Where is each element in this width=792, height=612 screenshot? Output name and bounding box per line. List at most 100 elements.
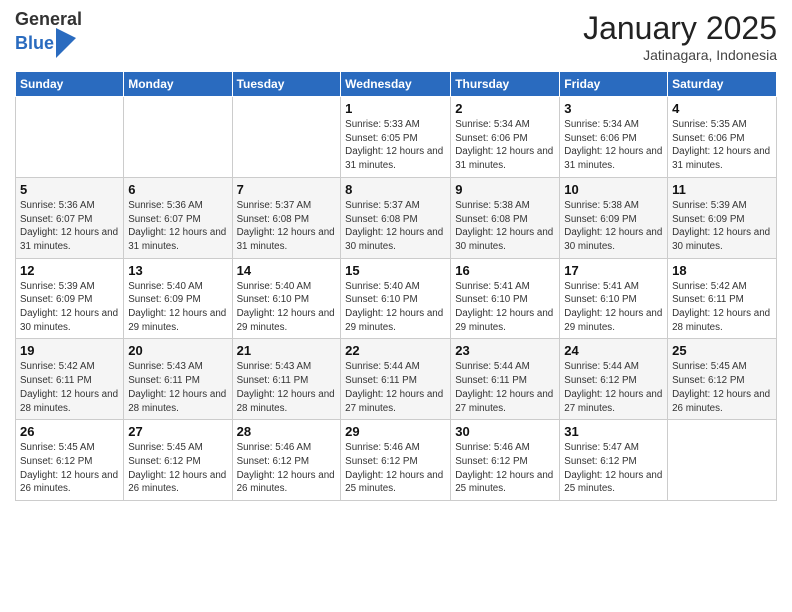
calendar-cell: 15 Sunrise: 5:40 AM Sunset: 6:10 PM Dayli… (341, 258, 451, 339)
calendar-cell: 14 Sunrise: 5:40 AM Sunset: 6:10 PM Dayli… (232, 258, 341, 339)
day-info: Sunrise: 5:45 AM Sunset: 6:12 PM Dayligh… (672, 360, 772, 415)
day-number: 9 (455, 182, 555, 197)
day-number: 25 (672, 343, 772, 358)
day-info: Sunrise: 5:34 AM Sunset: 6:06 PM Dayligh… (455, 118, 555, 173)
day-number: 27 (128, 424, 227, 439)
day-info: Sunrise: 5:43 AM Sunset: 6:11 PM Dayligh… (128, 360, 227, 415)
day-number: 2 (455, 101, 555, 116)
day-number: 20 (128, 343, 227, 358)
calendar-cell: 4 Sunrise: 5:35 AM Sunset: 6:06 PM Daylig… (668, 97, 777, 178)
day-info: Sunrise: 5:36 AM Sunset: 6:07 PM Dayligh… (128, 199, 227, 254)
day-number: 29 (345, 424, 446, 439)
day-info: Sunrise: 5:38 AM Sunset: 6:09 PM Dayligh… (564, 199, 663, 254)
day-info: Sunrise: 5:41 AM Sunset: 6:10 PM Dayligh… (564, 280, 663, 335)
logo-blue-text: Blue (15, 34, 54, 52)
calendar-cell: 16 Sunrise: 5:41 AM Sunset: 6:10 PM Dayli… (451, 258, 560, 339)
calendar-cell: 1Sunrise: 5:33 AM Sunset: 6:05 PM Daylig… (341, 97, 451, 178)
day-info: Sunrise: 5:45 AM Sunset: 6:12 PM Dayligh… (20, 441, 119, 496)
day-info: Sunrise: 5:35 AM Sunset: 6:06 PM Dayligh… (672, 118, 772, 173)
calendar-cell: 31 Sunrise: 5:47 AM Sunset: 6:12 PM Dayli… (560, 420, 668, 501)
day-number: 30 (455, 424, 555, 439)
location-subtitle: Jatinagara, Indonesia (583, 47, 777, 63)
weekday-header: Saturday (668, 72, 777, 97)
day-number: 24 (564, 343, 663, 358)
calendar-cell: 26Sunrise: 5:45 AM Sunset: 6:12 PM Dayli… (16, 420, 124, 501)
day-info: Sunrise: 5:45 AM Sunset: 6:12 PM Dayligh… (128, 441, 227, 496)
title-area: January 2025 Jatinagara, Indonesia (583, 10, 777, 63)
calendar-cell: 24 Sunrise: 5:44 AM Sunset: 6:12 PM Dayli… (560, 339, 668, 420)
calendar-cell (232, 97, 341, 178)
day-number: 11 (672, 182, 772, 197)
logo: General Blue (15, 10, 82, 58)
day-number: 15 (345, 263, 446, 278)
weekday-header: Thursday (451, 72, 560, 97)
day-number: 21 (237, 343, 337, 358)
day-number: 19 (20, 343, 119, 358)
calendar-cell: 23Sunrise: 5:44 AM Sunset: 6:11 PM Dayli… (451, 339, 560, 420)
calendar-cell: 12 Sunrise: 5:39 AM Sunset: 6:09 PM Dayli… (16, 258, 124, 339)
day-number: 4 (672, 101, 772, 116)
day-number: 17 (564, 263, 663, 278)
day-number: 16 (455, 263, 555, 278)
weekday-header: Wednesday (341, 72, 451, 97)
day-info: Sunrise: 5:46 AM Sunset: 6:12 PM Dayligh… (455, 441, 555, 496)
calendar-cell: 5Sunrise: 5:36 AM Sunset: 6:07 PM Daylig… (16, 177, 124, 258)
calendar-cell: 28 Sunrise: 5:46 AM Sunset: 6:12 PM Dayli… (232, 420, 341, 501)
day-info: Sunrise: 5:44 AM Sunset: 6:11 PM Dayligh… (345, 360, 446, 415)
calendar-week-row: 19Sunrise: 5:42 AM Sunset: 6:11 PM Dayli… (16, 339, 777, 420)
calendar-week-row: 26Sunrise: 5:45 AM Sunset: 6:12 PM Dayli… (16, 420, 777, 501)
day-info: Sunrise: 5:44 AM Sunset: 6:12 PM Dayligh… (564, 360, 663, 415)
day-number: 18 (672, 263, 772, 278)
day-number: 22 (345, 343, 446, 358)
day-info: Sunrise: 5:33 AM Sunset: 6:05 PM Dayligh… (345, 118, 446, 173)
calendar-cell: 19Sunrise: 5:42 AM Sunset: 6:11 PM Dayli… (16, 339, 124, 420)
day-info: Sunrise: 5:46 AM Sunset: 6:12 PM Dayligh… (345, 441, 446, 496)
calendar-cell: 30 Sunrise: 5:46 AM Sunset: 6:12 PM Dayli… (451, 420, 560, 501)
day-info: Sunrise: 5:47 AM Sunset: 6:12 PM Dayligh… (564, 441, 663, 496)
calendar-cell: 2 Sunrise: 5:34 AM Sunset: 6:06 PM Daylig… (451, 97, 560, 178)
month-title: January 2025 (583, 10, 777, 47)
weekday-header-row: SundayMondayTuesdayWednesdayThursdayFrid… (16, 72, 777, 97)
calendar-cell: 11Sunrise: 5:39 AM Sunset: 6:09 PM Dayli… (668, 177, 777, 258)
logo-general-text: General (15, 10, 82, 28)
weekday-header: Sunday (16, 72, 124, 97)
page-header: General Blue January 2025 Jatinagara, In… (15, 10, 777, 63)
day-info: Sunrise: 5:41 AM Sunset: 6:10 PM Dayligh… (455, 280, 555, 335)
calendar-cell: 8 Sunrise: 5:37 AM Sunset: 6:08 PM Daylig… (341, 177, 451, 258)
calendar-cell (124, 97, 232, 178)
calendar-cell (16, 97, 124, 178)
day-number: 5 (20, 182, 119, 197)
calendar-cell: 3Sunrise: 5:34 AM Sunset: 6:06 PM Daylig… (560, 97, 668, 178)
weekday-header: Monday (124, 72, 232, 97)
calendar-cell: 21 Sunrise: 5:43 AM Sunset: 6:11 PM Dayli… (232, 339, 341, 420)
day-info: Sunrise: 5:43 AM Sunset: 6:11 PM Dayligh… (237, 360, 337, 415)
day-number: 12 (20, 263, 119, 278)
calendar-cell: 7 Sunrise: 5:37 AM Sunset: 6:08 PM Daylig… (232, 177, 341, 258)
day-number: 13 (128, 263, 227, 278)
day-info: Sunrise: 5:37 AM Sunset: 6:08 PM Dayligh… (345, 199, 446, 254)
day-info: Sunrise: 5:40 AM Sunset: 6:10 PM Dayligh… (237, 280, 337, 335)
day-info: Sunrise: 5:42 AM Sunset: 6:11 PM Dayligh… (672, 280, 772, 335)
calendar-cell: 20 Sunrise: 5:43 AM Sunset: 6:11 PM Dayli… (124, 339, 232, 420)
day-info: Sunrise: 5:44 AM Sunset: 6:11 PM Dayligh… (455, 360, 555, 415)
day-info: Sunrise: 5:46 AM Sunset: 6:12 PM Dayligh… (237, 441, 337, 496)
day-info: Sunrise: 5:40 AM Sunset: 6:10 PM Dayligh… (345, 280, 446, 335)
day-number: 14 (237, 263, 337, 278)
calendar-cell: 25 Sunrise: 5:45 AM Sunset: 6:12 PM Dayli… (668, 339, 777, 420)
day-info: Sunrise: 5:38 AM Sunset: 6:08 PM Dayligh… (455, 199, 555, 254)
day-number: 28 (237, 424, 337, 439)
calendar-cell: 22 Sunrise: 5:44 AM Sunset: 6:11 PM Dayli… (341, 339, 451, 420)
day-number: 7 (237, 182, 337, 197)
day-number: 8 (345, 182, 446, 197)
day-info: Sunrise: 5:37 AM Sunset: 6:08 PM Dayligh… (237, 199, 337, 254)
calendar-cell: 13Sunrise: 5:40 AM Sunset: 6:09 PM Dayli… (124, 258, 232, 339)
day-number: 31 (564, 424, 663, 439)
calendar-cell (668, 420, 777, 501)
calendar-week-row: 1Sunrise: 5:33 AM Sunset: 6:05 PM Daylig… (16, 97, 777, 178)
weekday-header: Friday (560, 72, 668, 97)
calendar-cell: 27 Sunrise: 5:45 AM Sunset: 6:12 PM Dayli… (124, 420, 232, 501)
day-info: Sunrise: 5:39 AM Sunset: 6:09 PM Dayligh… (20, 280, 119, 335)
calendar-cell: 9 Sunrise: 5:38 AM Sunset: 6:08 PM Daylig… (451, 177, 560, 258)
calendar-cell: 10Sunrise: 5:38 AM Sunset: 6:09 PM Dayli… (560, 177, 668, 258)
weekday-header: Tuesday (232, 72, 341, 97)
